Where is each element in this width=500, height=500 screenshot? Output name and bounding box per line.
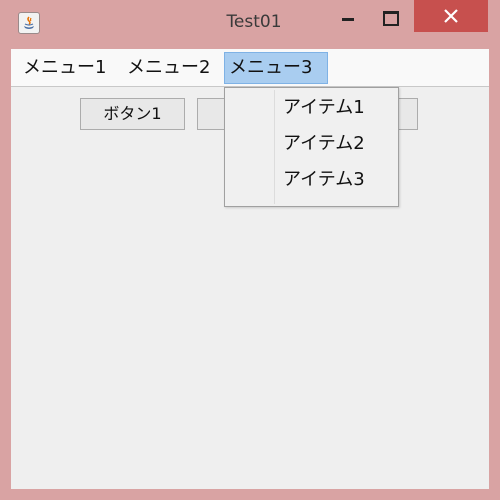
close-icon — [444, 9, 458, 23]
menu-bar: メニュー1 メニュー2 メニュー3 — [11, 49, 489, 87]
menu-3-dropdown: アイテム1 アイテム2 アイテム3 — [224, 87, 399, 207]
menu-item-2[interactable]: アイテム2 — [283, 126, 393, 162]
menu-item-3[interactable]: アイテム3 — [283, 162, 393, 198]
button-1[interactable]: ボタン1 — [80, 98, 185, 130]
menu-3[interactable]: メニュー3 — [224, 52, 328, 84]
title-bar[interactable]: Test01 — [0, 0, 500, 46]
close-button[interactable] — [414, 0, 488, 32]
menu-1[interactable]: メニュー1 — [19, 52, 110, 84]
app-window: Test01 メニュー1 メニュー2 メニュー3 ボタン1 アイテム1 アイテム… — [0, 0, 500, 500]
maximize-button[interactable] — [372, 0, 408, 34]
minimize-button[interactable] — [330, 0, 366, 34]
content-pane: メニュー1 メニュー2 メニュー3 ボタン1 アイテム1 アイテム2 アイテム3 — [11, 49, 489, 489]
window-title-text: Test01 — [226, 12, 282, 32]
dropdown-icon-gutter — [274, 90, 275, 204]
menu-2[interactable]: メニュー2 — [123, 52, 214, 84]
menu-item-1[interactable]: アイテム1 — [283, 90, 393, 126]
